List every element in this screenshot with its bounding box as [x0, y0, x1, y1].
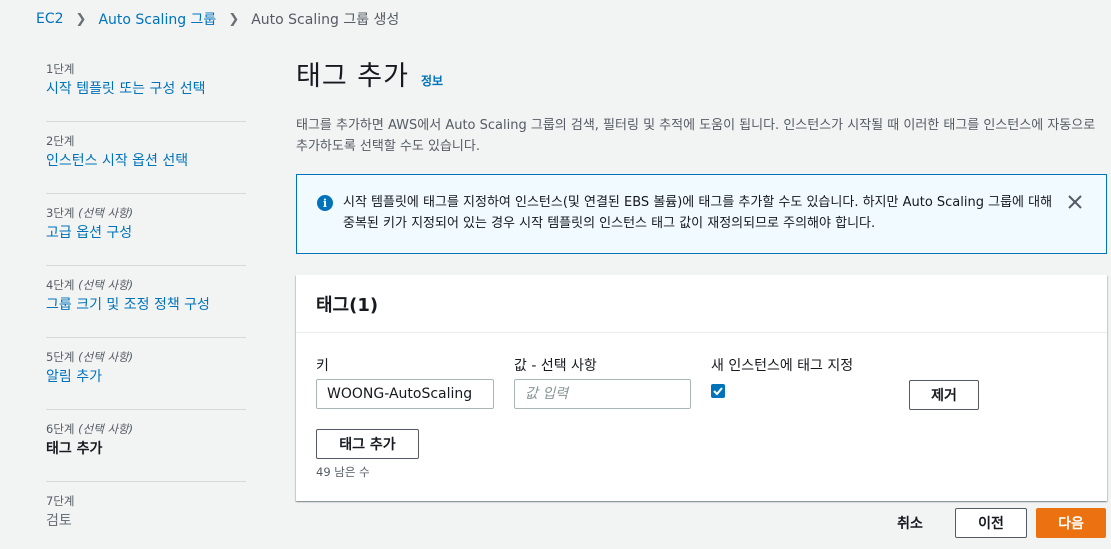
- step-number: 3단계 (선택 사항): [46, 206, 134, 220]
- page-title: 태그 추가: [296, 61, 409, 92]
- tag-value-input[interactable]: [514, 379, 691, 409]
- step-current-add-tags: 태그 추가: [46, 441, 103, 457]
- breadcrumb: EC2 ❯ Auto Scaling 그룹 ❯ Auto Scaling 그룹 …: [36, 8, 399, 30]
- step-2: 2단계 인스턴스 시작 옵션 선택: [46, 122, 246, 194]
- remaining-count: 49 남은 수: [316, 465, 370, 479]
- step-link-notifications[interactable]: 알림 추가: [46, 367, 246, 387]
- step-number: 6단계 (선택 사항): [46, 422, 134, 436]
- close-icon[interactable]: [1066, 193, 1084, 211]
- panel-header: 태그(1): [296, 275, 1107, 333]
- step-7: 7단계 검토: [46, 482, 246, 549]
- info-icon: i: [317, 195, 333, 211]
- step-link-instance-launch-options[interactable]: 인스턴스 시작 옵션 선택: [46, 151, 246, 171]
- alert-text: 시작 템플릿에 태그를 지정하여 인스턴스(및 연결된 EBS 볼륨)에 태그를…: [343, 195, 1053, 231]
- panel-title: 태그(1): [316, 294, 379, 316]
- step-link-group-size[interactable]: 그룹 크기 및 조정 정책 구성: [46, 295, 246, 315]
- tags-panel: 태그(1) 키 값 - 선택 사항 새 인스턴스에 태그 지정 제거 태그 추가…: [296, 275, 1107, 501]
- step-1: 1단계 시작 템플릿 또는 구성 선택: [46, 50, 246, 122]
- checkmark-icon: [713, 387, 723, 396]
- breadcrumb-current: Auto Scaling 그룹 생성: [251, 12, 400, 28]
- step-number: 1단계: [46, 62, 75, 76]
- propagate-label: 새 인스턴스에 태그 지정: [711, 358, 854, 374]
- step-link-advanced-options[interactable]: 고급 옵션 구성: [46, 223, 246, 243]
- step-number: 7단계: [46, 494, 75, 508]
- step-number: 2단계: [46, 134, 75, 148]
- step-number: 5단계 (선택 사항): [46, 350, 134, 364]
- propagate-checkbox[interactable]: [711, 384, 725, 398]
- breadcrumb-auto-scaling-groups[interactable]: Auto Scaling 그룹: [98, 9, 216, 29]
- step-3: 3단계 (선택 사항) 고급 옵션 구성: [46, 194, 246, 266]
- optional-label: (선택 사항): [78, 278, 134, 292]
- step-5: 5단계 (선택 사항) 알림 추가: [46, 338, 246, 410]
- wizard-steps-nav: 1단계 시작 템플릿 또는 구성 선택 2단계 인스턴스 시작 옵션 선택 3단…: [46, 50, 246, 549]
- page-description: 태그를 추가하면 AWS에서 Auto Scaling 그룹의 검색, 필터링 …: [296, 118, 1096, 154]
- previous-button[interactable]: 이전: [955, 508, 1027, 538]
- optional-label: (선택 사항): [78, 350, 134, 364]
- panel-body: 키 값 - 선택 사항 새 인스턴스에 태그 지정 제거 태그 추가 49 남은…: [296, 333, 1107, 500]
- chevron-right-icon: ❯: [228, 11, 240, 27]
- chevron-right-icon: ❯: [75, 11, 87, 27]
- breadcrumb-ec2[interactable]: EC2: [36, 11, 64, 27]
- title-row: 태그 추가 정보: [296, 54, 1107, 93]
- step-4: 4단계 (선택 사항) 그룹 크기 및 조정 정책 구성: [46, 266, 246, 338]
- step-number: 4단계 (선택 사항): [46, 278, 134, 292]
- step-review: 검토: [46, 513, 72, 529]
- step-link-launch-template[interactable]: 시작 템플릿 또는 구성 선택: [46, 79, 246, 99]
- info-alert: i 시작 템플릿에 태그를 지정하여 인스턴스(및 연결된 EBS 볼륨)에 태…: [296, 174, 1107, 254]
- cancel-button[interactable]: 취소: [890, 508, 930, 538]
- optional-label: (선택 사항): [78, 206, 134, 220]
- step-6: 6단계 (선택 사항) 태그 추가: [46, 410, 246, 482]
- value-label: 값 - 선택 사항: [514, 358, 597, 374]
- info-link[interactable]: 정보: [421, 72, 443, 89]
- remove-tag-button[interactable]: 제거: [909, 380, 979, 410]
- optional-label: (선택 사항): [78, 422, 134, 436]
- main-content: 태그 추가 정보 태그를 추가하면 AWS에서 Auto Scaling 그룹의…: [296, 54, 1107, 501]
- key-label: 키: [316, 358, 329, 374]
- tag-key-input[interactable]: [316, 379, 494, 409]
- next-button[interactable]: 다음: [1036, 508, 1106, 538]
- add-tag-button[interactable]: 태그 추가: [316, 429, 419, 459]
